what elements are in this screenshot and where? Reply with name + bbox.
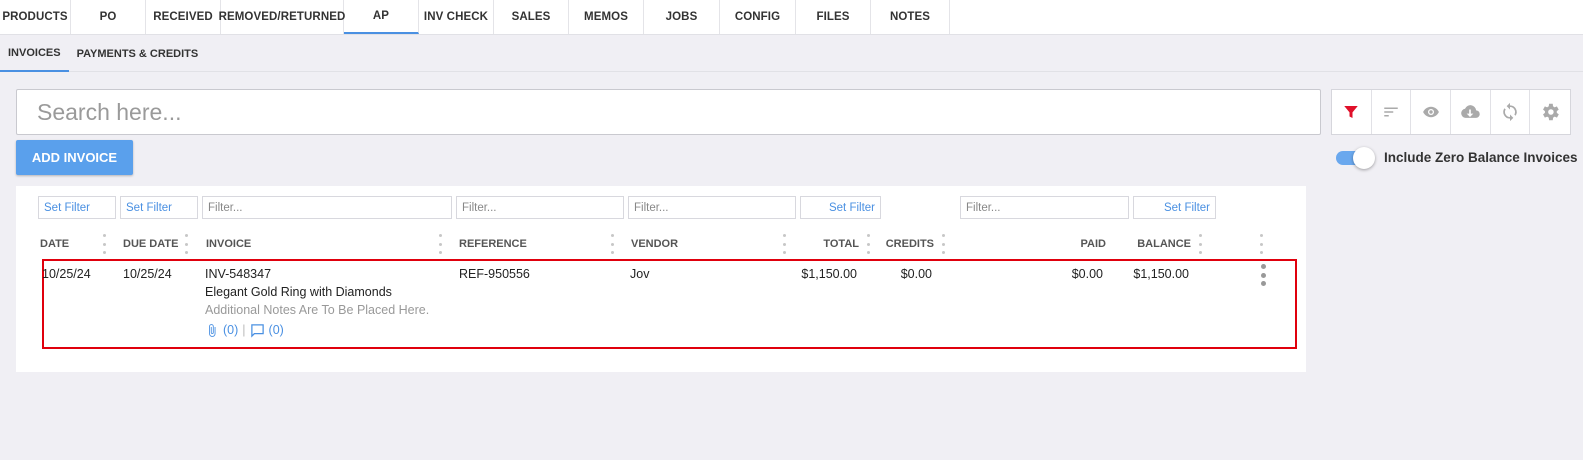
column-resize-handle[interactable] <box>438 234 442 254</box>
total-set-filter[interactable]: Set Filter <box>800 196 881 219</box>
subtab-payments-credits[interactable]: PAYMENTS & CREDITS <box>69 36 207 72</box>
tab-files[interactable]: FILES <box>796 0 871 34</box>
row-reference: REF-950556 <box>459 267 530 281</box>
invoice-grid: Set Filter Set Filter Set Filter Set Fil… <box>16 186 1306 372</box>
due-date-set-filter[interactable]: Set Filter <box>120 196 198 219</box>
row-description: Elegant Gold Ring with Diamonds <box>205 285 392 299</box>
invoice-filter-input[interactable] <box>202 196 452 219</box>
column-resize-handle[interactable] <box>184 234 188 254</box>
add-invoice-button[interactable]: ADD INVOICE <box>16 140 133 175</box>
column-header-total[interactable]: TOTAL <box>796 237 859 251</box>
tab-jobs[interactable]: JOBS <box>644 0 720 34</box>
paid-filter-input[interactable] <box>960 196 1129 219</box>
settings-button[interactable] <box>1530 90 1570 134</box>
tab-inv-check[interactable]: INV CHECK <box>419 0 494 34</box>
column-header-reference[interactable]: REFERENCE <box>459 237 527 251</box>
column-resize-handle[interactable] <box>102 234 106 254</box>
grid-toolbar <box>1331 89 1571 135</box>
balance-set-filter[interactable]: Set Filter <box>1133 196 1216 219</box>
row-date: 10/25/24 <box>42 267 91 281</box>
row-actions-menu-icon[interactable] <box>1260 264 1266 286</box>
row-due-date: 10/25/24 <box>123 267 172 281</box>
comment-count[interactable]: (0) <box>269 322 284 338</box>
row-credits: $0.00 <box>900 267 932 281</box>
sort-icon <box>1384 107 1398 117</box>
tab-ap[interactable]: AP <box>344 0 419 34</box>
paperclip-icon[interactable] <box>205 323 219 338</box>
gear-icon <box>1543 103 1559 121</box>
cloud-download-icon <box>1461 105 1481 118</box>
column-header-vendor[interactable]: VENDOR <box>631 237 678 251</box>
attachment-count[interactable]: (0) <box>223 322 238 338</box>
column-resize-handle[interactable] <box>1259 234 1263 254</box>
sort-button[interactable] <box>1372 90 1412 134</box>
column-resize-handle[interactable] <box>782 234 786 254</box>
row-links: (0) | (0) <box>205 322 284 338</box>
row-notes: Additional Notes Are To Be Placed Here. <box>205 303 430 317</box>
tab-received[interactable]: RECEIVED <box>146 0 221 34</box>
row-balance: $1,150.00 <box>1133 267 1189 281</box>
zero-balance-toggle-group: Include Zero Balance Invoices <box>1336 146 1578 169</box>
column-header-invoice[interactable]: INVOICE <box>206 237 251 251</box>
refresh-icon <box>1503 102 1517 122</box>
toggle-knob <box>1353 146 1375 169</box>
eye-icon <box>1422 106 1439 118</box>
column-resize-handle[interactable] <box>1198 234 1202 254</box>
row-vendor: Jov <box>630 267 650 281</box>
row-total: $1,150.00 <box>801 267 857 281</box>
vendor-filter-input[interactable] <box>628 196 796 219</box>
row-paid: $0.00 <box>1071 267 1103 281</box>
download-button[interactable] <box>1451 90 1491 134</box>
column-header-date[interactable]: DATE <box>40 237 69 251</box>
column-resize-handle[interactable] <box>610 234 614 254</box>
column-header-paid[interactable]: PAID <box>1036 237 1106 251</box>
link-separator: | <box>242 323 246 337</box>
tab-memos[interactable]: MEMOS <box>569 0 644 34</box>
subtab-invoices[interactable]: INVOICES <box>0 36 69 72</box>
tab-sales[interactable]: SALES <box>494 0 569 34</box>
top-tab-bar: PRODUCTS PO RECEIVED REMOVED/RETURNED AP… <box>0 0 1583 35</box>
column-header-credits[interactable]: CREDITS <box>866 237 934 251</box>
tab-removed-returned[interactable]: REMOVED/RETURNED <box>219 0 345 34</box>
comment-icon[interactable] <box>250 323 265 338</box>
view-button[interactable] <box>1411 90 1452 134</box>
sub-tab-bar: INVOICES PAYMENTS & CREDITS <box>0 36 1583 72</box>
row-invoice-number: INV-548347 <box>205 267 272 281</box>
tab-products[interactable]: PRODUCTS <box>0 0 71 34</box>
column-resize-handle[interactable] <box>941 234 945 254</box>
tab-notes[interactable]: NOTES <box>871 0 950 34</box>
tab-config[interactable]: CONFIG <box>720 0 796 34</box>
filter-button[interactable] <box>1332 90 1372 134</box>
reference-filter-input[interactable] <box>456 196 624 219</box>
zero-balance-label: Include Zero Balance Invoices <box>1384 150 1578 165</box>
zero-balance-toggle[interactable] <box>1336 146 1375 169</box>
refresh-button[interactable] <box>1491 90 1531 134</box>
filter-icon <box>1344 106 1359 118</box>
column-header-due-date[interactable]: DUE DATE <box>123 237 178 251</box>
search-input[interactable] <box>16 89 1321 135</box>
column-header-balance[interactable]: BALANCE <box>1116 237 1191 251</box>
tab-po[interactable]: PO <box>71 0 146 34</box>
date-set-filter[interactable]: Set Filter <box>38 196 116 219</box>
